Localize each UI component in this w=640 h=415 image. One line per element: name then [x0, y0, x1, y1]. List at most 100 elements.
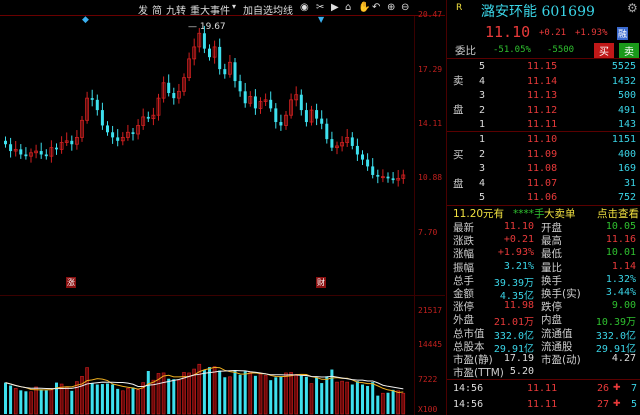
candle-down: [361, 154, 364, 160]
quote-panel: R 潞安环能 601699 ⚙ 11.10 +0.21 +1.93% 融 委比 …: [446, 0, 640, 415]
stat-value: 11.98: [503, 300, 534, 312]
volume-bar: [29, 391, 33, 415]
volume-bar: [146, 370, 150, 414]
volume-bar: [284, 372, 288, 415]
volume-bar: [243, 371, 247, 414]
stat-value: 4.27: [611, 353, 636, 364]
up-arrow-icon: ✚: [613, 399, 621, 409]
volume-bar: [238, 374, 242, 414]
candle-down: [208, 48, 211, 58]
bigorder-view-link[interactable]: 点击查看: [597, 206, 639, 221]
sell-volume: 5525: [611, 61, 636, 72]
buy-price[interactable]: 11.10: [527, 134, 557, 145]
volume-bar: [401, 392, 406, 415]
buy-price[interactable]: 11.09: [527, 149, 557, 160]
stat-value: 1.14: [611, 260, 636, 272]
volume-bar: [309, 383, 314, 415]
candle-down: [218, 46, 222, 70]
volume-bar: [386, 392, 390, 414]
price-change-pct: +1.93%: [575, 28, 608, 38]
buy-price[interactable]: 11.06: [527, 192, 557, 203]
volume-bar: [263, 375, 268, 415]
tick-count: 5: [630, 399, 637, 410]
volume-bar: [233, 370, 237, 414]
buy-button[interactable]: 买: [594, 43, 614, 58]
stat-value: 17.19: [503, 353, 534, 364]
volume-bar: [391, 389, 395, 414]
margin-badge[interactable]: 融: [617, 27, 629, 40]
volume-bar: [340, 380, 344, 415]
volume-bar: [299, 375, 303, 414]
volume-bar: [80, 375, 84, 415]
candle-down: [269, 99, 273, 109]
sell-side-label: 盘: [453, 104, 464, 116]
sell-price[interactable]: 11.12: [527, 105, 557, 116]
sell-level: 4: [479, 75, 486, 87]
stat-value: 3.44%: [605, 287, 636, 298]
price-axis-label: 14.11: [418, 119, 443, 128]
volume-bar: [325, 376, 329, 414]
sell-side-label: 卖: [453, 75, 464, 87]
sell-price[interactable]: 11.15: [527, 61, 557, 72]
axis-divider: [414, 16, 415, 415]
volume-bar: [248, 371, 253, 415]
volume-bar: [75, 381, 79, 415]
volume-bar: [167, 378, 171, 414]
sell-price[interactable]: 11.14: [527, 76, 557, 87]
price-change: +0.21: [539, 28, 567, 38]
candle-down: [279, 122, 283, 126]
volume-bar: [44, 390, 48, 414]
candle-down: [371, 166, 375, 175]
candle-down: [4, 140, 7, 145]
price-axis-label: 20.47: [418, 10, 443, 19]
volume-bar: [371, 382, 375, 414]
volume-axis-label: X100: [418, 405, 438, 414]
candle-down: [44, 154, 48, 157]
buy-price[interactable]: 11.08: [527, 163, 557, 174]
sell-volume: 1432: [611, 75, 636, 87]
candle-down: [90, 98, 94, 100]
divider: [447, 131, 640, 132]
volume-bar: [258, 373, 263, 415]
candle-down: [202, 33, 206, 49]
volume-bar: [345, 381, 350, 415]
volume-bar: [85, 367, 89, 415]
volume-bar: [381, 392, 385, 415]
volume-bar: [320, 383, 324, 414]
sell-button[interactable]: 卖: [619, 43, 639, 58]
sell-level: 1: [479, 119, 486, 131]
volume-bar: [350, 384, 354, 414]
buy-price[interactable]: 11.07: [527, 178, 557, 189]
divider: [447, 379, 640, 380]
volume-bar: [49, 389, 54, 415]
candlestick-chart[interactable]: [0, 0, 414, 415]
price-axis-label: 17.29: [418, 65, 443, 74]
candle-down: [24, 154, 28, 157]
candle-down: [116, 137, 120, 141]
volume-bar: [396, 390, 401, 415]
buy-side-label: 盘: [453, 178, 464, 190]
kline-panel[interactable]: 发 简 九转 重大事件 ▾ 加自选 均线 ◉ ✂ ▶ ⌂ ✋ ↶ ⊕ ⊖ 20.…: [0, 0, 445, 415]
gear-icon[interactable]: ⚙: [627, 1, 638, 15]
stat-value: 5.20: [509, 366, 534, 378]
volume-bar: [34, 386, 38, 415]
weibi-label: 委比: [455, 45, 476, 57]
candle-down: [304, 110, 308, 123]
sell-level: 5: [479, 61, 486, 72]
candle-down: [376, 174, 380, 177]
sell-volume: 491: [617, 104, 636, 116]
candle-down: [233, 62, 237, 82]
volume-bar: [335, 381, 339, 415]
buy-level: 2: [479, 148, 486, 160]
buy-volume: 752: [617, 192, 636, 204]
candle-down: [172, 93, 176, 99]
tick-volume: 27: [597, 399, 610, 410]
volume-bar: [9, 385, 13, 414]
r-badge: R: [456, 3, 463, 13]
volume-bar: [136, 389, 140, 415]
sell-price[interactable]: 11.13: [527, 90, 557, 101]
sell-price[interactable]: 11.11: [527, 119, 557, 130]
volume-bar: [218, 370, 222, 414]
sell-volume: 500: [617, 90, 636, 102]
stock-title: 潞安环能 601699: [481, 4, 595, 20]
